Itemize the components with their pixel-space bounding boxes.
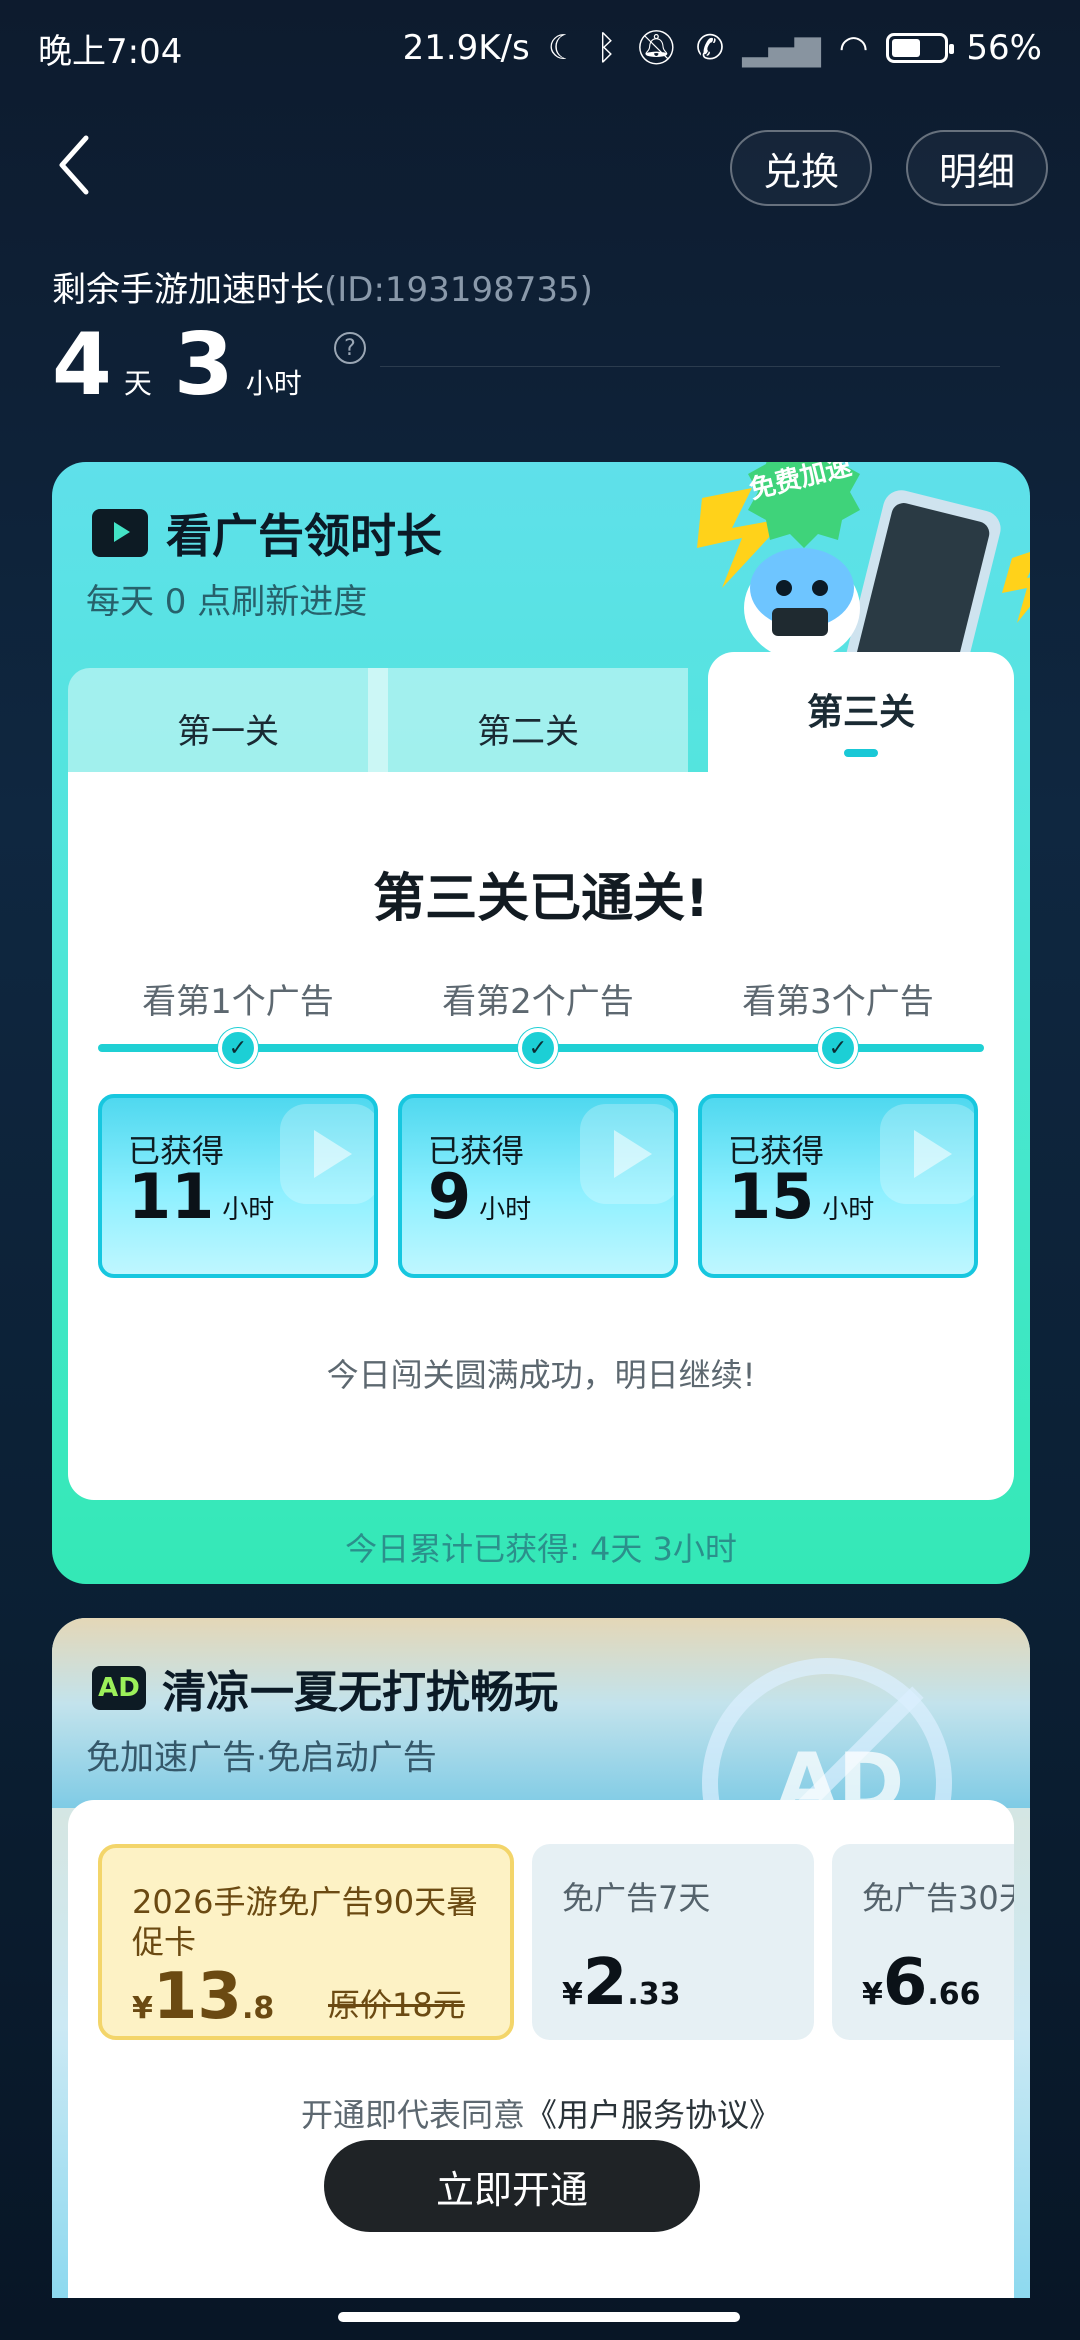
agreement-text: 开通即代表同意《用户服务协议》 xyxy=(300,2096,782,2134)
play-icon xyxy=(280,1104,374,1204)
level-tabs: 第一关 第二关 第三关 xyxy=(68,652,1014,788)
plan-price: ¥2.33 xyxy=(562,1946,681,2020)
battery-icon xyxy=(886,33,955,63)
remaining-time: 4 天 3 小时 xyxy=(52,322,324,408)
user-id: (ID:193198735) xyxy=(324,270,593,310)
remaining-time-label: 剩余手游加速时长(ID:193198735) xyxy=(52,270,593,310)
days-value: 4 xyxy=(52,315,112,415)
plan-option-7-days[interactable]: 免广告7天 ¥2.33 xyxy=(532,1844,814,2040)
tab-level-1[interactable]: 第一关 xyxy=(68,668,388,788)
level-panel: 第三关已通关! 看第1个广告 看第2个广告 看第3个广告 ✓ ✓ ✓ 已获得 1… xyxy=(68,772,1014,1500)
hours-value: 3 xyxy=(173,315,234,415)
plan-name: 免广告7天 xyxy=(562,1879,711,1917)
active-tab-indicator xyxy=(844,749,878,757)
step-label-1: 看第1个广告 xyxy=(142,982,334,1022)
battery-percent: 56% xyxy=(966,28,1042,68)
completion-notice: 今日闯关圆满成功，明日继续! xyxy=(326,1356,756,1394)
tab-level-3-label: 第三关 xyxy=(806,692,915,733)
plan-option-30-days[interactable]: 免广告30天 ¥6.66 xyxy=(832,1844,1014,2040)
reward-card-2: 已获得 9 小时 xyxy=(398,1094,678,1278)
detail-button[interactable]: 明细 xyxy=(906,130,1048,206)
level-cleared-title: 第三关已通关! xyxy=(373,869,709,929)
check-icon: ✓ xyxy=(818,1028,858,1068)
activate-now-button[interactable]: 立即开通 xyxy=(324,2140,700,2232)
free-boost-badge: 免费加速 xyxy=(746,462,860,548)
reward-value: 9 小时 xyxy=(428,1160,532,1233)
check-icon: ✓ xyxy=(218,1028,258,1068)
ad-card-title: 看广告领时长 xyxy=(166,509,442,563)
call-icon: ✆ xyxy=(695,28,725,68)
reward-value: 11 小时 xyxy=(128,1160,275,1233)
play-icon xyxy=(580,1104,674,1204)
reward-card-1: 已获得 11 小时 xyxy=(98,1094,378,1278)
plan-panel: 2026手游免广告90天暑促卡 ¥13.8 原价18元 免广告7天 ¥2.33 … xyxy=(68,1800,1014,2298)
watch-ad-card: 看广告领时长 每天 0 点刷新进度 免费加速 第一关 第二关 第三关 第三关已通… xyxy=(52,462,1030,1584)
hours-unit: 小时 xyxy=(245,367,302,400)
plan-name: 免广告30天 xyxy=(862,1879,1014,1917)
ad-card-subtitle: 每天 0 点刷新进度 xyxy=(86,582,368,622)
user-agreement-link[interactable]: 《用户服务协议》 xyxy=(525,2096,781,2134)
tv-play-icon xyxy=(92,509,148,557)
help-icon[interactable]: ? xyxy=(334,332,366,364)
mute-bell-icon: 🔕︎ xyxy=(634,28,678,68)
status-bar: 晚上7:04 21.9K/s ☾ ᛒ 🔕︎ ✆ ▂▄▆ ◠ 56% xyxy=(0,0,1080,96)
reward-value: 15 小时 xyxy=(728,1160,875,1233)
home-indicator[interactable] xyxy=(338,2312,740,2322)
plan-option-90-days[interactable]: 2026手游免广告90天暑促卡 ¥13.8 原价18元 xyxy=(98,1844,514,2040)
no-ad-promo-card: AD AD 清凉一夏无打扰畅玩 免加速广告·免启动广告 2026手游免广告90天… xyxy=(52,1618,1030,2298)
today-total: 今日累计已获得: 4天 3小时 xyxy=(345,1530,737,1568)
step-label-3: 看第3个广告 xyxy=(742,982,934,1022)
bluetooth-icon: ᛒ xyxy=(596,28,617,68)
play-icon xyxy=(880,1104,974,1204)
tab-level-2[interactable]: 第二关 xyxy=(368,668,688,788)
divider xyxy=(380,366,1000,367)
check-icon: ✓ xyxy=(518,1028,558,1068)
back-arrow-icon[interactable] xyxy=(50,130,100,200)
ad-icon: AD xyxy=(92,1666,146,1710)
plan-price: ¥6.66 xyxy=(862,1946,981,2020)
plan-name: 2026手游免广告90天暑促卡 xyxy=(132,1883,479,1961)
moon-icon: ☾ xyxy=(547,28,579,68)
days-unit: 天 xyxy=(123,367,152,400)
promo-subtitle: 免加速广告·免启动广告 xyxy=(86,1738,437,1778)
plan-price: ¥13.8 xyxy=(132,1960,275,2034)
reward-card-3: 已获得 15 小时 xyxy=(698,1094,978,1278)
promo-title: 清凉一夏无打扰畅玩 xyxy=(162,1667,558,1718)
signal-icon: ▂▄▆ xyxy=(742,28,821,68)
step-label-2: 看第2个广告 xyxy=(442,982,634,1022)
wifi-icon: ◠ xyxy=(838,28,869,68)
net-speed: 21.9K/s xyxy=(402,28,530,68)
original-price: 原价18元 xyxy=(328,1986,465,2024)
status-time: 晚上7:04 xyxy=(38,31,183,72)
tab-level-3[interactable]: 第三关 xyxy=(708,652,1014,788)
exchange-button[interactable]: 兑换 xyxy=(730,130,872,206)
